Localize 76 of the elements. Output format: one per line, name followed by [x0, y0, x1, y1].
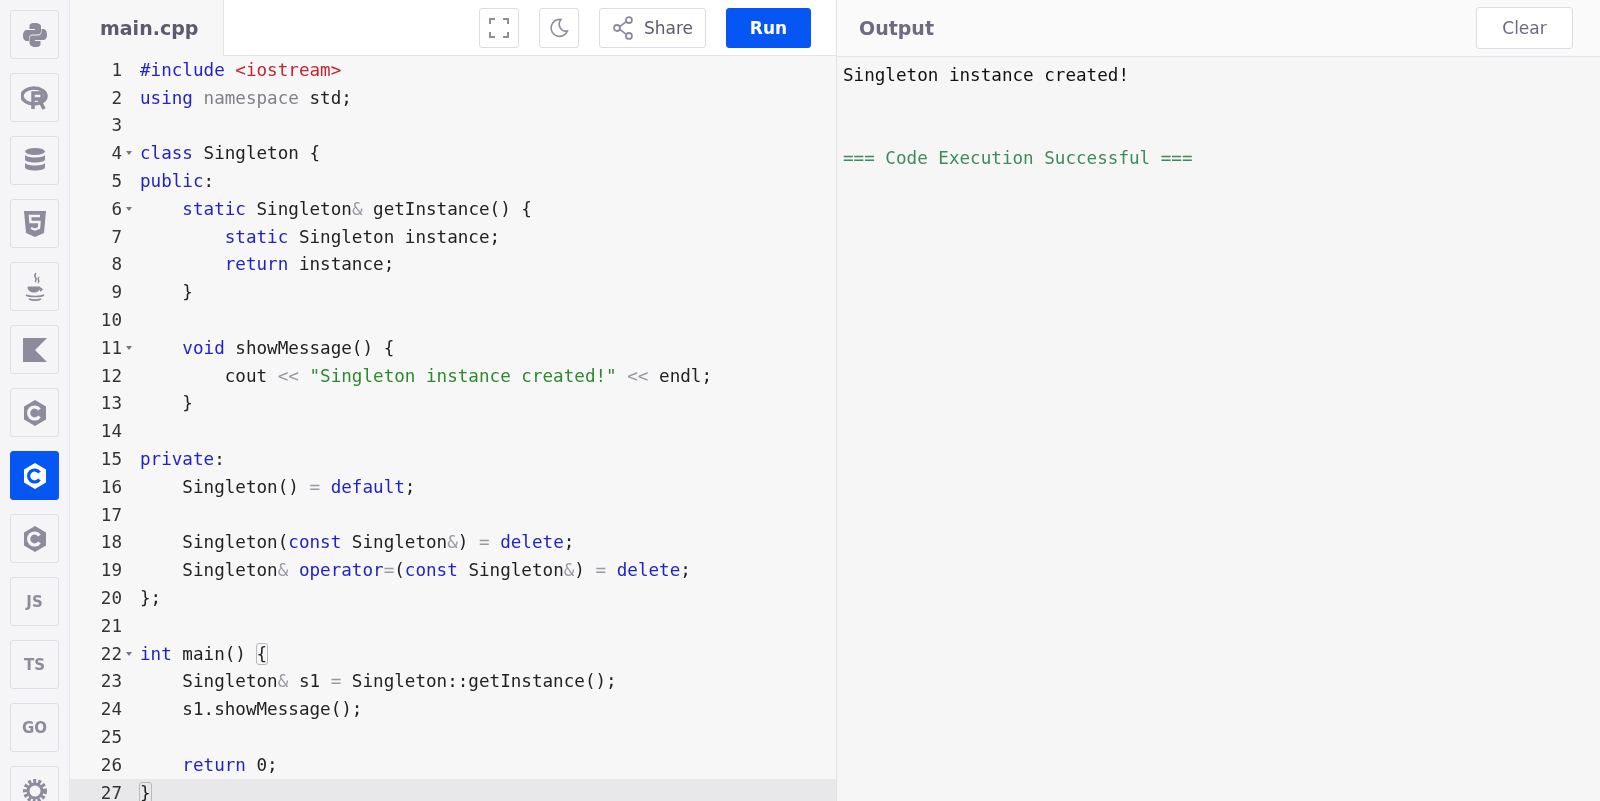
line-number: 21	[100, 615, 122, 636]
language-button[interactable]: JS	[10, 577, 59, 626]
line-number: 5	[111, 171, 122, 192]
code-text: Singleton(const Singleton&) = delete;	[181, 532, 575, 553]
line-number: 27	[100, 782, 122, 801]
fold-arrow-icon[interactable]	[125, 344, 133, 351]
fold-arrow-icon[interactable]	[125, 650, 133, 657]
output-line: === Code Execution Successful ===	[843, 146, 1193, 170]
line-number: 6	[111, 198, 122, 219]
code-text: using namespace std;	[140, 87, 352, 108]
line-number: 17	[100, 504, 122, 525]
kotlin-icon	[21, 336, 48, 363]
line-number: 20	[100, 588, 122, 609]
line-number: 14	[100, 421, 122, 442]
coffee-cup-icon	[23, 271, 46, 302]
line-number: 24	[100, 699, 122, 720]
line-number: 1	[111, 59, 122, 80]
code-text: #include <iostream>	[140, 59, 342, 80]
dark-mode-button[interactable]	[539, 7, 579, 48]
line-number: 13	[100, 393, 122, 414]
r-logo-icon	[20, 85, 49, 110]
code-text: };	[140, 588, 162, 609]
line-number: 16	[100, 476, 122, 497]
fullscreen-button[interactable]	[479, 7, 519, 48]
share-icon	[612, 15, 634, 40]
language-button[interactable]	[10, 451, 59, 500]
code-text: void showMessage() {	[181, 337, 395, 358]
code-text: public:	[140, 171, 215, 192]
fold-arrow-icon[interactable]	[125, 150, 133, 157]
line-number: 8	[111, 254, 122, 275]
line-number: 18	[100, 532, 122, 553]
clear-button[interactable]: Clear	[1476, 7, 1573, 49]
line-number: 25	[100, 727, 122, 747]
code-text: Singleton& s1 = Singleton::getInstance();	[181, 671, 617, 692]
code-text: Singleton() = default;	[181, 476, 416, 497]
share-button[interactable]: Share	[599, 7, 706, 48]
line-number: 26	[100, 754, 122, 775]
line-number: 19	[100, 560, 122, 581]
code-text: cout << "Singleton instance created!" << endl;	[223, 365, 712, 386]
code-text: static Singleton instance;	[223, 226, 501, 247]
code-text: Singleton& operator=(const Singleton&) = delete;	[181, 560, 691, 581]
fullscreen-icon	[489, 17, 509, 38]
cpp-icon	[21, 461, 48, 490]
line-number: 12	[100, 365, 122, 386]
code-text: private:	[140, 449, 225, 470]
code-text: }	[181, 282, 193, 303]
code-text: }	[181, 393, 193, 414]
python-icon	[21, 21, 48, 48]
code-text: int main() {	[140, 643, 268, 664]
line-number: 15	[100, 449, 122, 470]
line-number: 11	[100, 337, 122, 358]
code-text: }	[140, 782, 151, 801]
language-button[interactable]: TS	[10, 640, 59, 689]
line-number: 7	[111, 226, 122, 247]
language-button[interactable]: GO	[10, 703, 59, 752]
line-number: 2	[111, 87, 122, 108]
gear-icon	[20, 776, 49, 801]
line-number: 10	[100, 310, 122, 331]
code-text: static Singleton& getInstance() {	[181, 198, 532, 219]
output-title: Output	[859, 17, 934, 39]
html5-icon	[22, 209, 47, 238]
line-number: 22	[100, 643, 122, 664]
c-language-icon	[21, 398, 48, 427]
line-number: 4	[111, 143, 122, 164]
moon-icon	[549, 17, 569, 38]
code-text: return 0;	[181, 754, 278, 775]
line-number: 3	[111, 115, 122, 136]
line-number: 23	[100, 671, 122, 692]
run-button[interactable]: Run	[726, 7, 811, 48]
output-line: Singleton instance created!	[843, 63, 1129, 87]
line-number: 9	[111, 282, 122, 303]
csharp-icon	[21, 524, 48, 553]
code-text: return instance;	[223, 254, 395, 275]
code-text: class Singleton {	[140, 143, 321, 164]
fold-arrow-icon[interactable]	[125, 205, 133, 212]
code-text: s1.showMessage();	[181, 699, 363, 720]
